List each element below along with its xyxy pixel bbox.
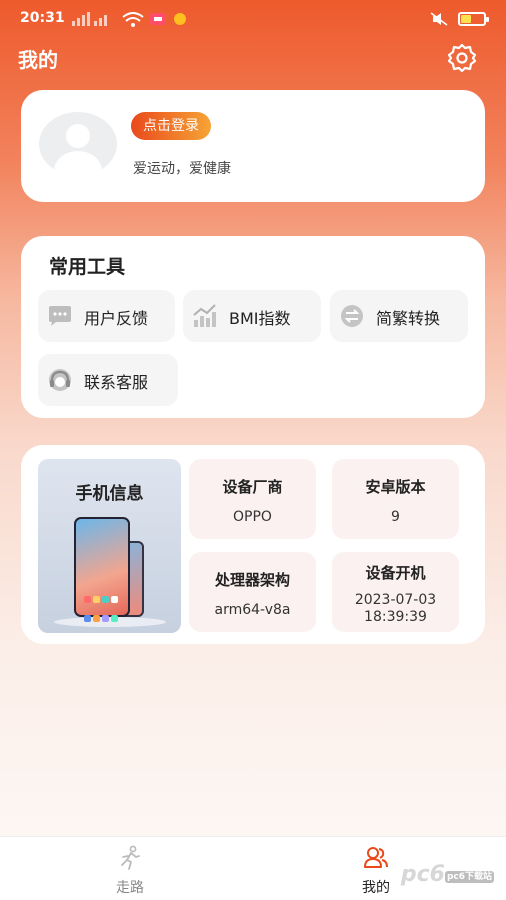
tab-label: 我的 xyxy=(362,880,390,896)
info-manufacturer: 设备厂商 OPPO xyxy=(189,459,316,539)
tool-customer-service[interactable]: 联系客服 xyxy=(38,354,178,406)
convert-icon xyxy=(341,305,363,327)
settings-icon[interactable] xyxy=(446,42,478,74)
tab-mine[interactable]: 我的 xyxy=(346,845,406,897)
info-value: arm64-v8a xyxy=(214,602,291,618)
status-bar: 20:31 xyxy=(0,0,506,38)
phone-image xyxy=(74,517,130,622)
page-title: 我的 xyxy=(18,48,58,72)
notification-icon xyxy=(150,13,186,25)
tool-label: 简繁转换 xyxy=(376,309,441,328)
tools-card: 常用工具 用户反馈 BMI指数 简繁转换 联系客服 xyxy=(21,236,485,418)
users-icon xyxy=(364,847,388,868)
wifi-icon xyxy=(122,12,144,27)
watermark-text: pc6 xyxy=(400,862,445,887)
tool-label: BMI指数 xyxy=(229,309,291,328)
tab-label: 走路 xyxy=(116,880,144,896)
walk-icon xyxy=(121,845,140,870)
info-value: OPPO xyxy=(233,509,272,525)
tool-convert[interactable]: 简繁转换 xyxy=(330,290,468,342)
profile-card: 点击登录 爱运动，爱健康 xyxy=(21,90,485,202)
info-value: 9 xyxy=(391,509,400,525)
mute-icon xyxy=(430,12,448,26)
headset-icon xyxy=(49,369,71,391)
phone-banner-title: 手机信息 xyxy=(75,484,144,504)
profile-motto: 爱运动，爱健康 xyxy=(133,161,231,177)
info-label: 设备开机 xyxy=(365,564,426,582)
signal-icon xyxy=(72,12,107,26)
info-value: 2023-07-03 18:39:39 xyxy=(332,592,459,626)
info-label: 安卓版本 xyxy=(365,478,426,496)
status-time: 20:31 xyxy=(20,10,65,26)
tool-label: 用户反馈 xyxy=(84,309,149,328)
phone-info-banner: 手机信息 xyxy=(38,459,181,633)
tools-title: 常用工具 xyxy=(49,256,126,278)
info-label: 设备厂商 xyxy=(222,478,283,496)
watermark: pc6 pc6下载站 xyxy=(401,862,494,887)
info-boot-time: 设备开机 2023-07-03 18:39:39 xyxy=(332,552,459,632)
tool-feedback[interactable]: 用户反馈 xyxy=(38,290,175,342)
chart-icon xyxy=(193,304,216,327)
info-android-version: 安卓版本 9 xyxy=(332,459,459,539)
info-value-date: 2023-07-03 xyxy=(354,592,437,608)
tool-label: 联系客服 xyxy=(84,373,149,392)
info-cpu-arch: 处理器架构 arm64-v8a xyxy=(189,552,316,632)
tool-bmi[interactable]: BMI指数 xyxy=(183,290,321,342)
phone-info-card: 手机信息 设备厂商 OPPO 安卓版本 9 处理器架构 arm64-v8a 设备… xyxy=(21,445,485,644)
info-value-time: 18:39:39 xyxy=(364,609,427,625)
avatar[interactable] xyxy=(39,112,117,176)
tab-walk[interactable]: 走路 xyxy=(100,845,160,897)
login-button[interactable]: 点击登录 xyxy=(131,112,211,140)
info-label: 处理器架构 xyxy=(214,571,290,589)
chat-icon xyxy=(49,306,71,326)
watermark-badge: pc6下载站 xyxy=(444,870,494,883)
battery-icon xyxy=(458,12,489,26)
